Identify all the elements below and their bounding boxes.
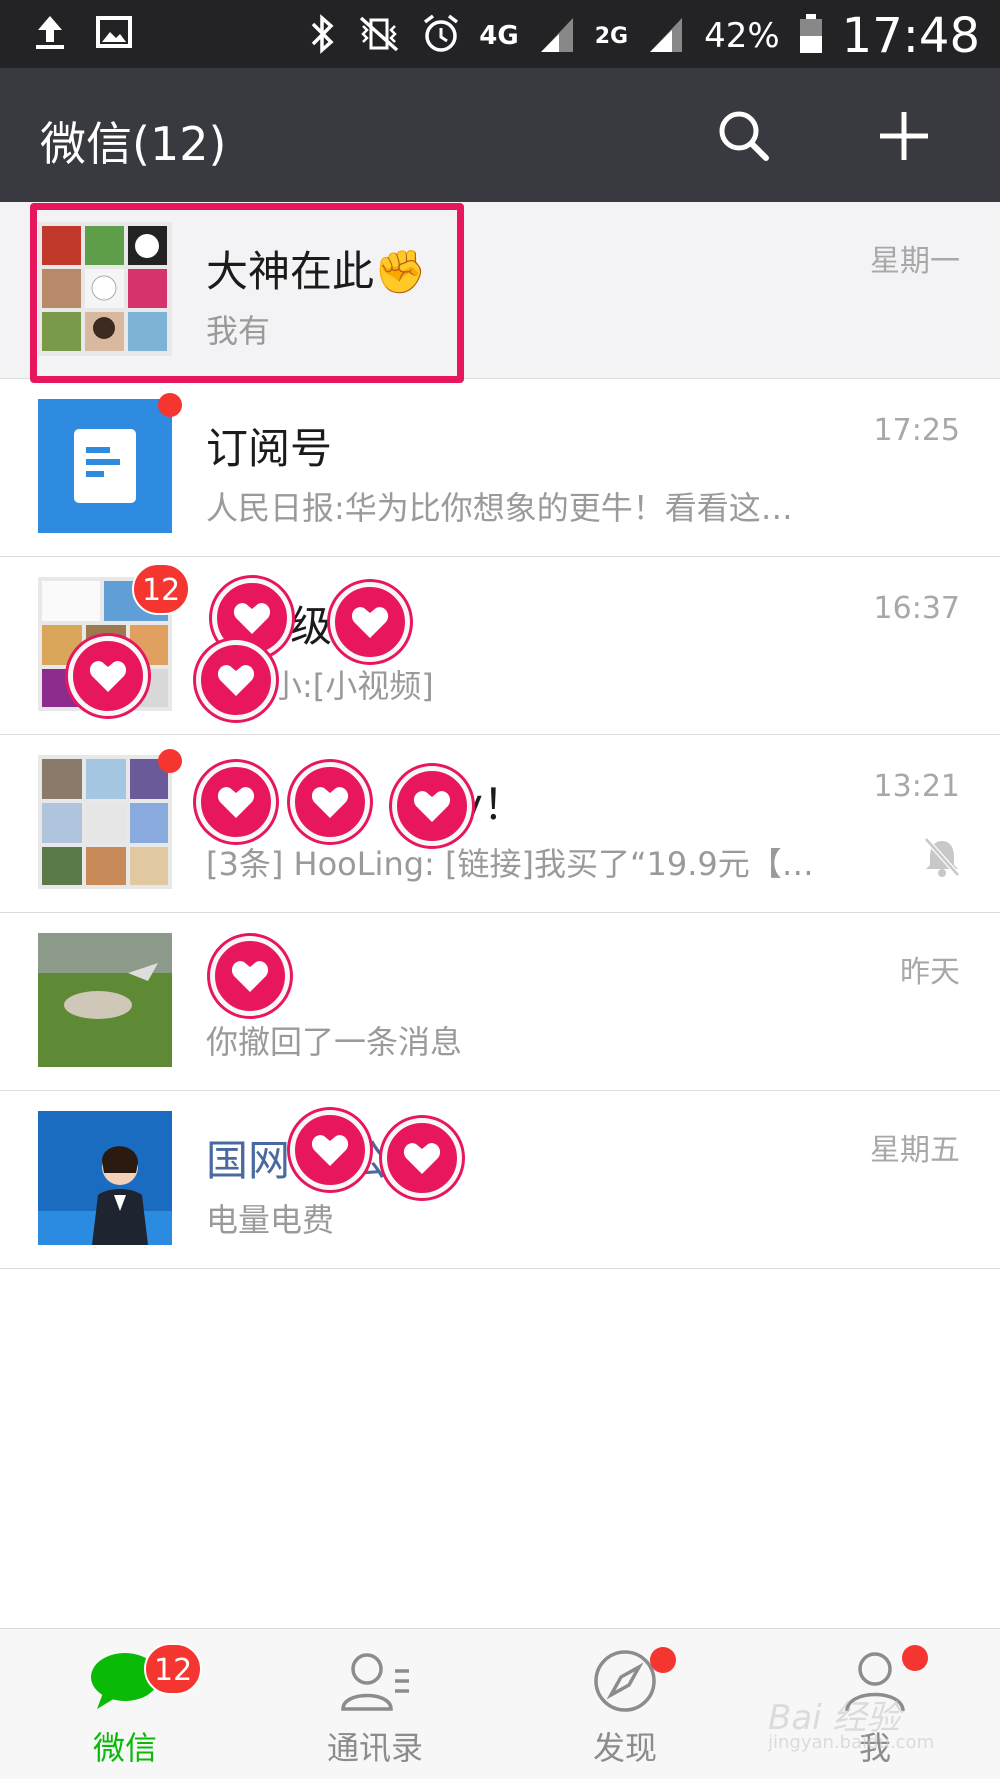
- search-icon[interactable]: [716, 108, 772, 164]
- subscription-avatar: [38, 399, 172, 533]
- image-icon: [94, 12, 134, 56]
- heart-sticker: [68, 636, 148, 716]
- unread-badge: 12: [132, 563, 191, 615]
- vibrate-mute-icon: [355, 12, 403, 60]
- contacts-icon: [339, 1649, 411, 1713]
- signal-icon: [537, 12, 577, 60]
- tab-unread-badge: 12: [144, 1643, 203, 1695]
- chat-time: 17:25: [873, 413, 960, 448]
- chat-time: 16:37: [873, 591, 960, 626]
- heart-sticker: [290, 1110, 370, 1190]
- page-title: 微信(12): [40, 117, 227, 171]
- heart-sticker: [382, 1118, 462, 1198]
- tab-label: 通讯录: [326, 1729, 423, 1767]
- highlight-frame: [30, 203, 464, 383]
- network-2g-label: 2G: [594, 23, 629, 49]
- unread-dot: [158, 393, 182, 417]
- contact-avatar: [38, 933, 172, 1067]
- battery-percent: 42%: [704, 16, 780, 56]
- status-time: 17:48: [841, 8, 980, 64]
- tab-dot: [650, 1647, 676, 1673]
- watermark-url: jingyan.baidu.com: [768, 1732, 935, 1753]
- chat-row[interactable]: 国网 力公司 电量电费 星期五: [0, 1091, 1000, 1269]
- mute-bell-icon: [922, 835, 962, 879]
- chat-name: 订阅号: [206, 424, 333, 473]
- unread-dot: [158, 749, 182, 773]
- heart-sticker: [210, 936, 290, 1016]
- heart-sticker: [196, 640, 276, 720]
- battery-icon: [798, 12, 824, 60]
- network-4g-label: 4G: [479, 21, 519, 51]
- tab-dot: [902, 1645, 928, 1671]
- chat-row[interactable]: y！ [3条] HooLing: [链接]我买了“19.9元【… 13:21: [0, 735, 1000, 913]
- plus-icon[interactable]: [876, 108, 932, 164]
- chat-preview: 人民日报:华为比你想象的更牛！看看这…: [206, 489, 793, 527]
- chat-time: 昨天: [900, 955, 960, 990]
- chat-row[interactable]: 12 级 小:[小视频] 16:37: [0, 557, 1000, 735]
- chat-preview: [3条] HooLing: [链接]我买了“19.9元【…: [206, 845, 814, 883]
- heart-sticker: [196, 762, 276, 842]
- alarm-icon: [421, 12, 461, 60]
- bluetooth-icon: [307, 12, 337, 60]
- title-bar: 微信(12): [0, 68, 1000, 202]
- status-bar: 4G 2G 42% 17:48: [0, 0, 1000, 68]
- chat-preview: 电量电费: [206, 1201, 335, 1239]
- chat-row[interactable]: 订阅号 人民日报:华为比你想象的更牛！看看这… 17:25: [0, 379, 1000, 557]
- tab-label: 发现: [592, 1729, 657, 1767]
- signal-icon-2: [646, 12, 686, 60]
- tab-contacts[interactable]: 通讯录: [250, 1629, 500, 1779]
- official-account-avatar: [38, 1111, 172, 1245]
- heart-sticker: [290, 762, 370, 842]
- heart-sticker: [330, 582, 410, 662]
- upload-icon: [30, 12, 70, 56]
- chat-preview: 小:[小视频]: [270, 667, 434, 705]
- heart-sticker: [392, 766, 472, 846]
- chat-name: 级: [290, 602, 333, 651]
- tab-chats[interactable]: 12 微信: [0, 1629, 250, 1779]
- chat-row[interactable]: 你撤回了一条消息 昨天: [0, 913, 1000, 1091]
- chat-preview: 你撤回了一条消息: [206, 1023, 463, 1061]
- chat-time: 星期一: [870, 244, 960, 279]
- tab-discover[interactable]: 发现: [500, 1629, 750, 1779]
- chat-time: 13:21: [873, 769, 960, 804]
- tab-label: 微信: [92, 1729, 157, 1767]
- group-avatar: [38, 755, 172, 889]
- chat-time: 星期五: [870, 1133, 960, 1168]
